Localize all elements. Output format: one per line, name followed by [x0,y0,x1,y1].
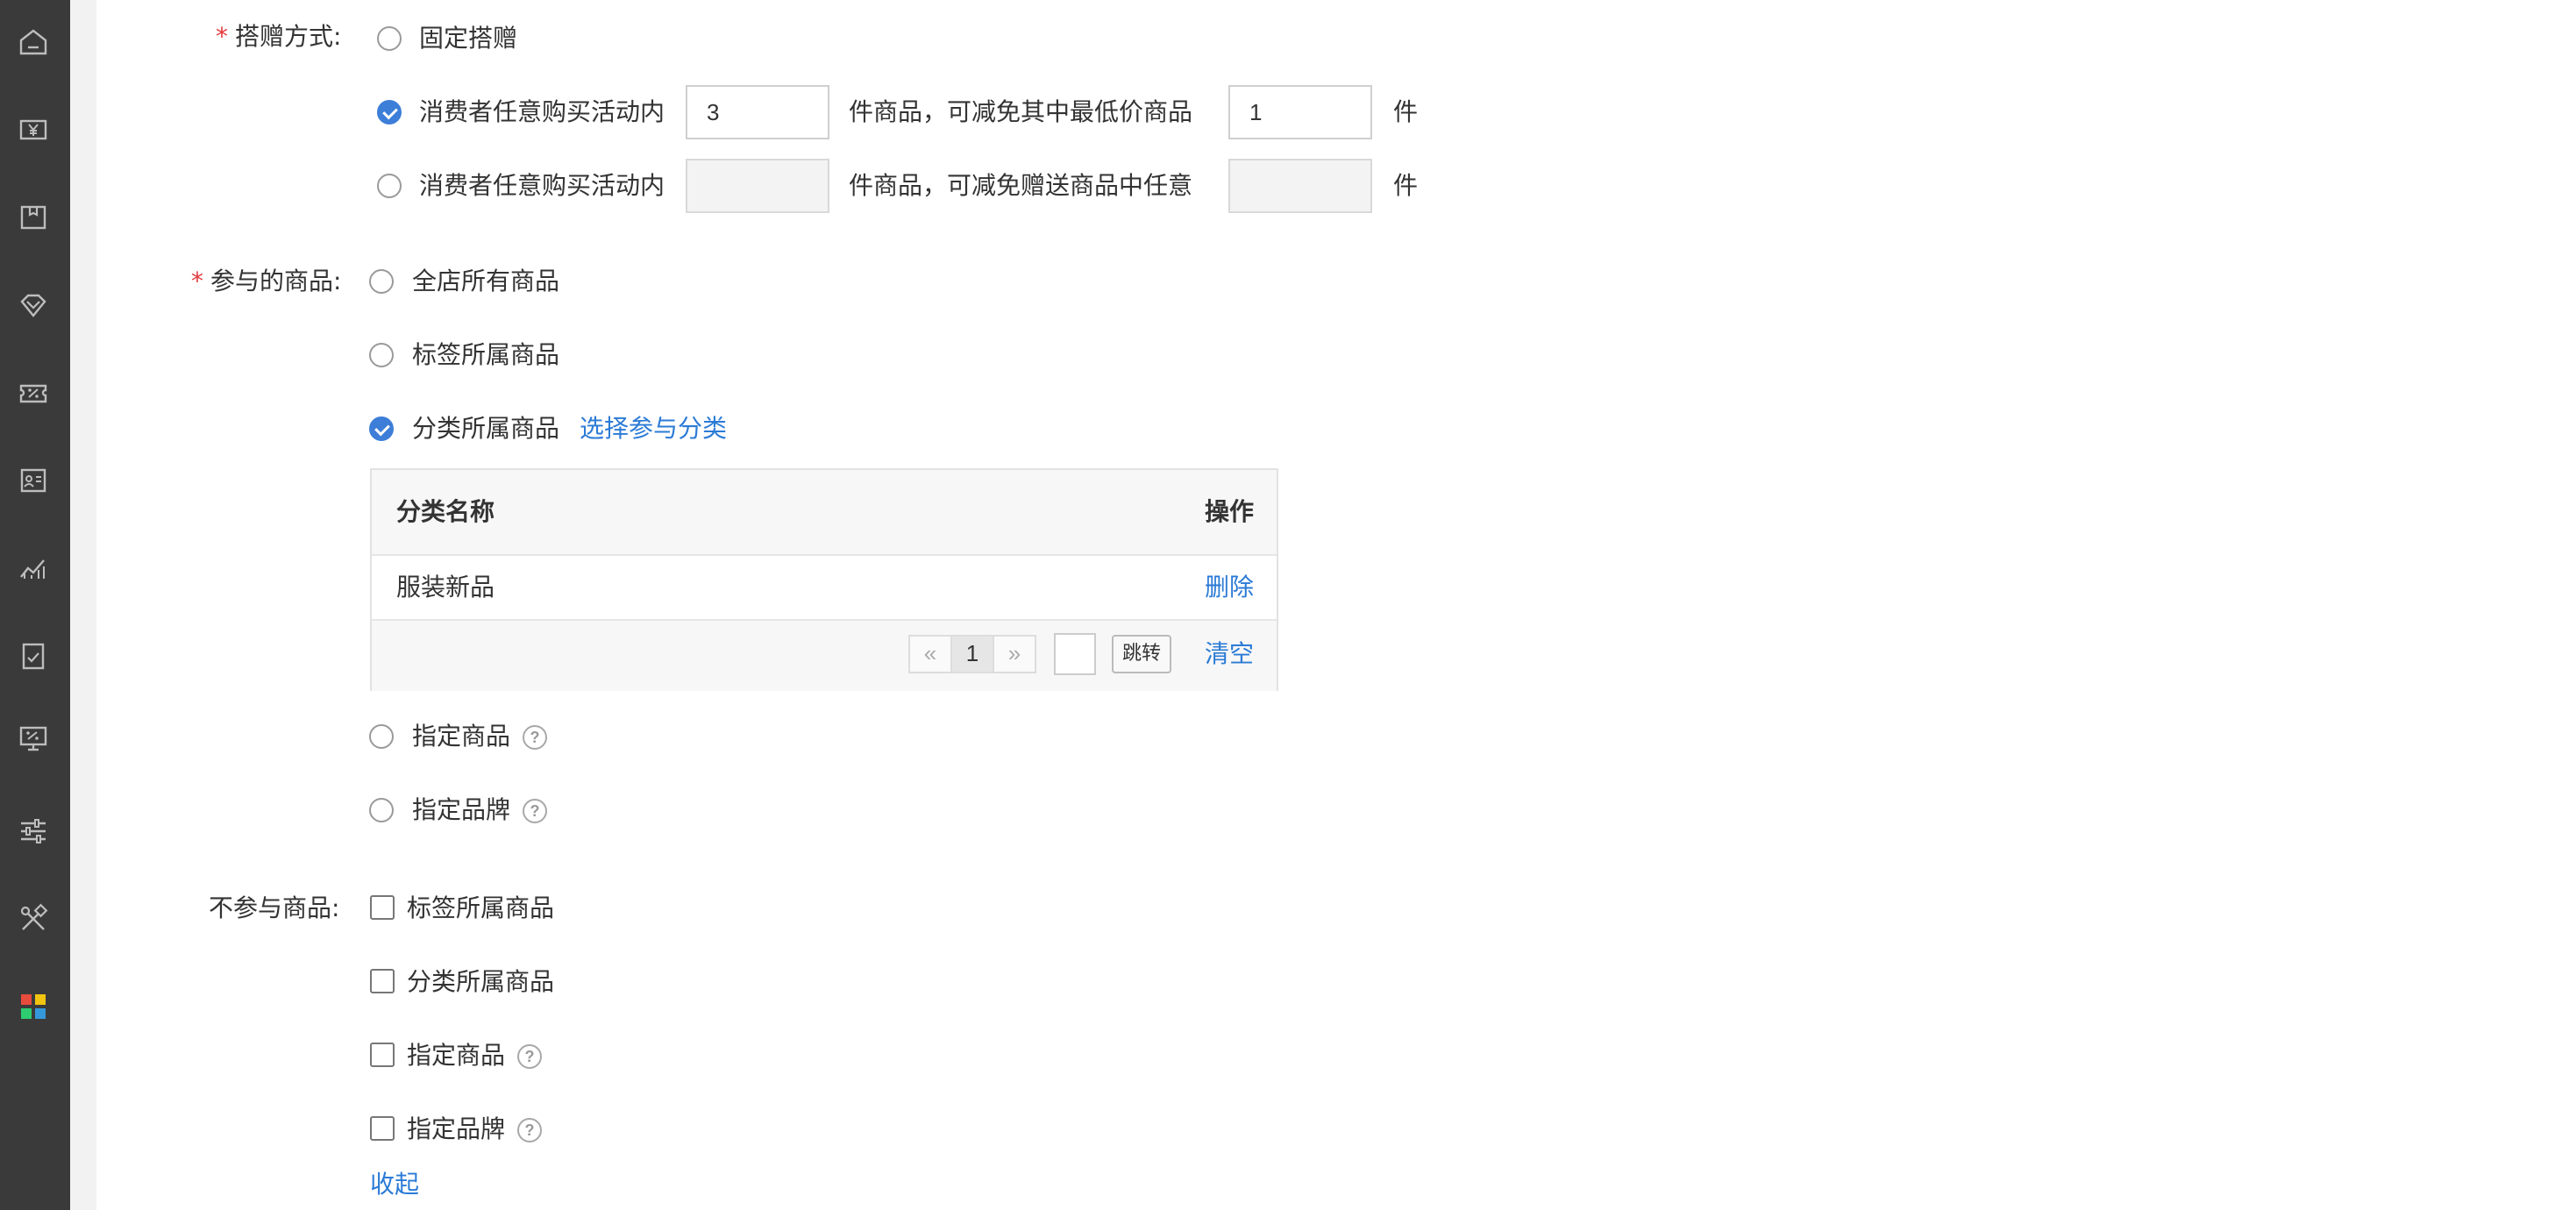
checkbox-exclude-category[interactable] [370,969,395,993]
help-icon[interactable]: ? [517,1118,542,1142]
tools-icon[interactable] [16,901,51,936]
table-header: 分类名称 操作 [372,470,1277,556]
radio-any-gift[interactable] [377,174,402,198]
box-icon[interactable] [16,200,51,235]
option-category-products-label: 分类所属商品 [412,414,560,443]
checkbox-exclude-tag[interactable] [370,895,395,920]
option-any-lowest-mid: 件商品，可减免其中最低价商品 [849,97,1193,126]
option-fixed-gift-label: 固定搭赠 [419,24,518,53]
home-icon[interactable] [16,25,51,60]
any-gift-qty-input[interactable] [686,159,829,213]
coupon-icon[interactable] [16,375,51,410]
radio-all-products[interactable] [369,269,394,294]
help-icon[interactable]: ? [523,799,547,823]
main-content: *搭赠方式: 固定搭赠 消费者任意购买活动内 件商品，可减免其中最低价商品 件 … [96,0,2576,1210]
member-card-icon[interactable] [16,463,51,498]
any-lowest-qty-input[interactable] [686,85,829,139]
exclude-specified-label: 指定商品 [407,1041,506,1070]
pager-next-button[interactable]: » [993,635,1036,673]
clear-link[interactable]: 清空 [1205,638,1254,670]
radio-tag-products[interactable] [369,343,394,367]
apps-icon[interactable] [16,989,51,1024]
option-brand-products-label: 指定品牌 [412,795,511,824]
pager-prev-button[interactable]: « [908,635,952,673]
sidebar [0,0,70,1210]
table-row: 服装新品 删除 [372,556,1277,621]
any-lowest-free-input[interactable] [1228,85,1372,139]
option-any-lowest-prefix: 消费者任意购买活动内 [419,97,665,126]
participating-label: * 参与的商品: [191,267,342,295]
col-category-name: 分类名称 [396,497,495,526]
clipboard-icon[interactable] [16,638,51,673]
chart-icon[interactable] [16,551,51,586]
col-action: 操作 [1204,497,1254,526]
any-gift-free-input[interactable] [1228,159,1372,213]
gift-method-label: * 搭赠方式: [216,22,342,51]
category-table: 分类名称 操作 服装新品 删除 « 1 » 跳转 清空 [370,468,1278,691]
monitor-icon[interactable] [16,721,51,756]
option-any-gift-suffix: 件 [1393,171,1419,200]
option-specified-products-label: 指定商品 [412,722,511,751]
help-icon[interactable]: ? [517,1044,542,1069]
checkbox-exclude-brand[interactable] [370,1116,395,1141]
delete-link[interactable]: 删除 [1205,572,1254,603]
exclude-brand-label: 指定品牌 [407,1114,506,1143]
pager-jump-button[interactable]: 跳转 [1112,635,1172,673]
checkbox-exclude-specified[interactable] [370,1043,395,1067]
option-any-lowest-suffix: 件 [1393,97,1419,126]
exclude-category-label: 分类所属商品 [407,967,555,996]
excluded-label: 不参与商品: [209,893,340,922]
yen-icon[interactable] [16,112,51,147]
sliders-icon[interactable] [16,814,51,849]
option-tag-products-label: 标签所属商品 [412,340,560,369]
radio-category-products[interactable] [369,416,394,441]
row-category-name: 服装新品 [396,573,495,601]
radio-any-lowest[interactable] [377,100,402,125]
diamond-icon[interactable] [16,288,51,323]
radio-specified-products[interactable] [369,724,394,749]
option-any-gift-mid: 件商品，可减免赠送商品中任意 [849,171,1193,200]
radio-fixed-gift[interactable] [377,26,402,51]
pager-page-1[interactable]: 1 [950,635,994,673]
choose-category-link[interactable]: 选择参与分类 [580,413,727,445]
option-all-products-label: 全店所有商品 [412,267,560,295]
option-any-gift-prefix: 消费者任意购买活动内 [419,171,665,200]
exclude-tag-label: 标签所属商品 [407,893,555,922]
pager-jump-input[interactable] [1054,633,1096,675]
collapse-link[interactable]: 收起 [370,1169,419,1200]
radio-brand-products[interactable] [369,798,394,822]
help-icon[interactable]: ? [523,725,547,750]
table-footer: « 1 » 跳转 清空 [372,621,1277,691]
